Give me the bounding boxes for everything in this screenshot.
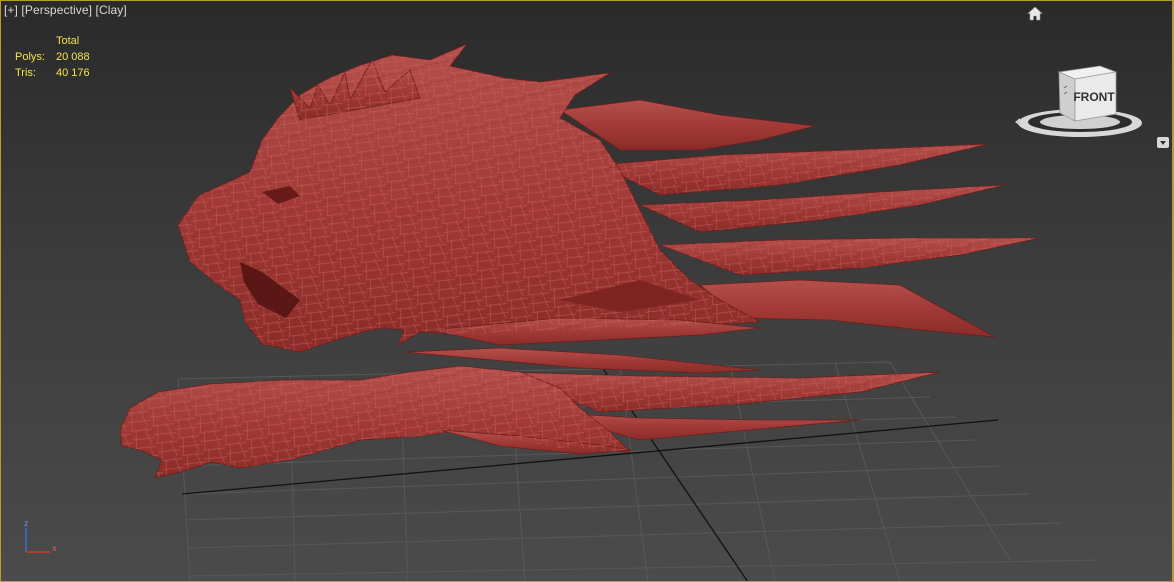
lion-model[interactable]	[119, 43, 1041, 479]
statistics-overlay: Total Polys: 20 088 Tris: 40 176	[15, 33, 90, 81]
perspective-viewport[interactable]: [+] [Perspective] [Clay] Total Polys: 20…	[0, 0, 1174, 582]
home-icon[interactable]	[1026, 5, 1044, 23]
stats-tris-value: 40 176	[56, 67, 90, 79]
axis-tripod-icon: z x	[24, 519, 57, 553]
stats-header: Total	[56, 35, 80, 47]
stats-tris-label: Tris:	[15, 67, 36, 79]
viewport-shading-menu[interactable]: [Clay]	[96, 3, 127, 17]
viewport-view-menu[interactable]: [Perspective]	[21, 3, 92, 17]
viewport-menu-plus[interactable]: [+]	[4, 3, 18, 17]
stats-polys-label: Polys:	[15, 51, 45, 63]
axis-z-label: z	[24, 519, 28, 528]
stats-polys-value: 20 088	[56, 51, 90, 63]
viewcube-menu-icon[interactable]	[1157, 137, 1169, 148]
viewcube-icon[interactable]: FRONT	[1012, 60, 1152, 145]
scene-canvas[interactable]	[0, 0, 1174, 582]
stats-polys-row: Polys: 20 088	[15, 49, 90, 65]
axis-x-label: x	[52, 544, 57, 553]
viewcube-face-label: FRONT	[1073, 90, 1115, 104]
viewport-label: [+] [Perspective] [Clay]	[4, 3, 127, 17]
stats-tris-row: Tris: 40 176	[15, 65, 90, 81]
